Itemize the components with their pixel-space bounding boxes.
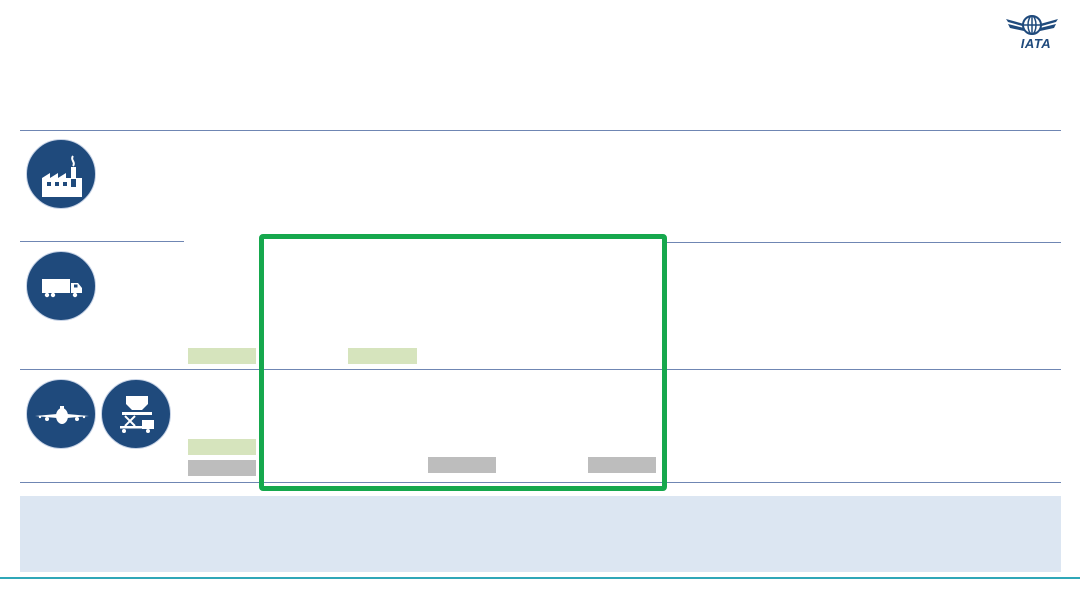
airplane-icon — [26, 379, 96, 449]
chip-green — [188, 348, 256, 364]
bottom-rule — [0, 577, 1080, 579]
factory-icon — [26, 139, 96, 209]
row-divider-top — [20, 130, 1061, 131]
truck-icon — [26, 251, 96, 321]
row-divider-left-short — [20, 241, 184, 242]
footer-note-band — [20, 496, 1061, 572]
chip-green — [188, 439, 256, 455]
iata-logo-text: IATA — [1020, 36, 1052, 51]
cargo-loader-icon — [101, 379, 171, 449]
row-divider-right — [667, 242, 1061, 243]
chip-grey — [188, 460, 256, 476]
highlight-frame — [259, 234, 667, 491]
